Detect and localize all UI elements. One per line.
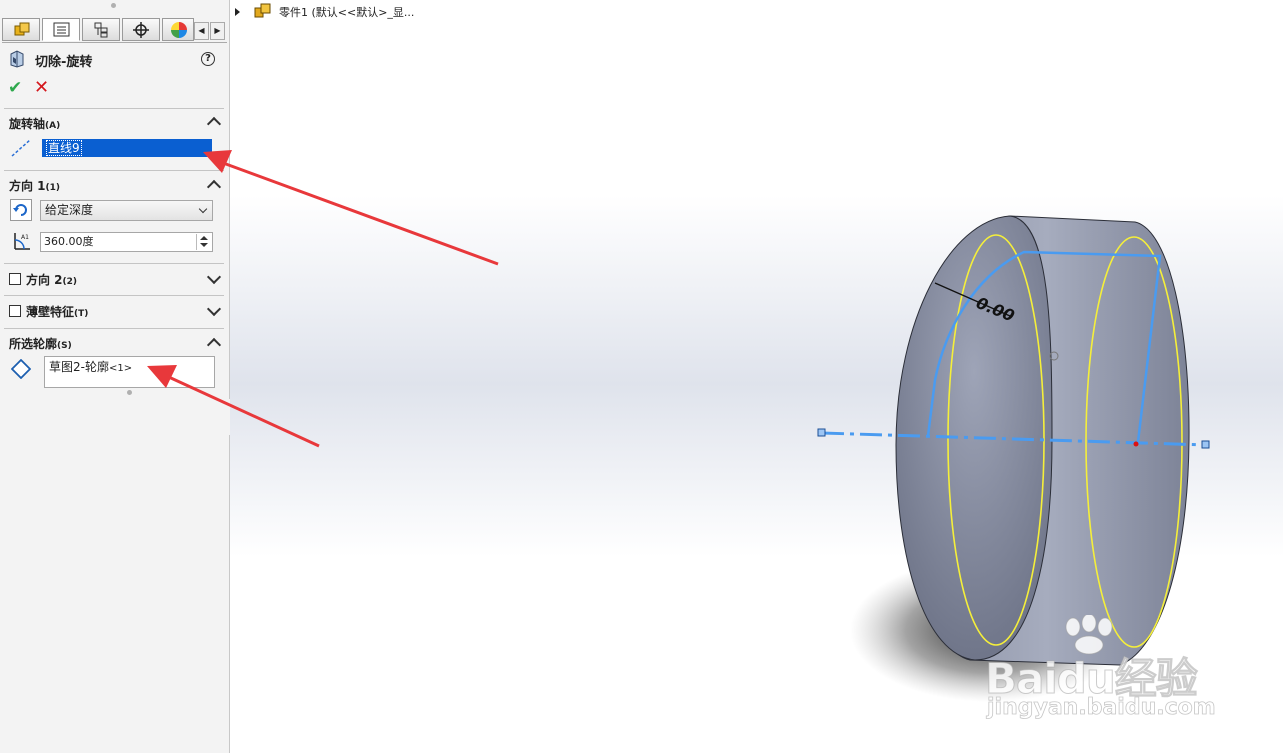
tab-scroll-right-button[interactable]: ▶ <box>210 22 225 40</box>
svg-text:A1: A1 <box>21 234 29 241</box>
part-name-label: 零件1 (默认<<默认>_显... <box>279 6 415 19</box>
reverse-direction-icon[interactable] <box>10 199 32 221</box>
help-icon[interactable]: ? <box>201 52 215 66</box>
section-divider <box>4 295 224 296</box>
graphics-area[interactable] <box>230 0 1283 753</box>
angle-spinner[interactable] <box>196 234 211 250</box>
list-item[interactable]: 草图2-轮廓<1> <box>49 360 132 374</box>
crosshair-icon <box>133 22 149 38</box>
chevron-down-icon <box>198 204 208 214</box>
part-icon <box>254 3 270 18</box>
angle-input[interactable]: 360.00度 <box>40 232 213 252</box>
angle-value: 360.00度 <box>44 235 94 248</box>
property-manager-panel: ◀ ▶ 切除-旋转 ? ✔ ✕ 旋转轴(A) 直线9 方向 1(1) 给定深度 <box>0 0 230 753</box>
section-thin-label: 薄壁特征 <box>26 305 75 319</box>
section-direction1-title[interactable]: 方向 1(1) <box>9 177 60 194</box>
expand-chevron-icon[interactable] <box>206 301 222 317</box>
section-axis-title[interactable]: 旋转轴(A) <box>9 115 60 132</box>
selected-contours-list[interactable]: 草图2-轮廓<1> <box>44 356 215 388</box>
section-contours-accel: (S) <box>57 341 72 351</box>
feature-title: 切除-旋转 <box>35 55 93 70</box>
section-divider <box>4 170 224 171</box>
contour-diamond-icon <box>11 359 31 379</box>
section-direction2-accel: (2) <box>62 277 78 287</box>
property-list-icon <box>53 22 70 37</box>
section-axis-accel: (A) <box>45 121 61 131</box>
section-contours-label: 所选轮廓 <box>9 337 58 351</box>
axis-line-icon <box>11 139 31 157</box>
section-thin-title[interactable]: 薄壁特征(T) <box>9 303 88 320</box>
section-axis-label: 旋转轴 <box>9 117 46 131</box>
expand-chevron-icon[interactable] <box>206 269 222 285</box>
display-manager-tab[interactable] <box>162 18 194 41</box>
section-direction1-label: 方向 1 <box>9 179 46 193</box>
tab-scroll-left-button[interactable]: ◀ <box>194 22 209 40</box>
cancel-button[interactable]: ✕ <box>34 77 49 98</box>
thin-feature-checkbox[interactable] <box>9 305 21 317</box>
collapse-chevron-icon[interactable] <box>206 116 222 132</box>
section-contours-title[interactable]: 所选轮廓(S) <box>9 335 72 352</box>
configuration-icon <box>94 22 108 38</box>
rotation-axis-field[interactable]: 直线9 <box>42 139 212 157</box>
direction2-checkbox[interactable] <box>9 273 21 285</box>
end-condition-select[interactable]: 给定深度 <box>40 200 213 221</box>
spin-down-icon[interactable] <box>200 243 208 247</box>
property-manager-tab[interactable] <box>42 18 80 41</box>
spin-up-icon[interactable] <box>200 236 208 240</box>
feature-tree-icon <box>14 22 30 36</box>
feature-manager-tab[interactable] <box>2 18 40 41</box>
feature-tree-flyout[interactable]: 零件1 (默认<<默认>_显... <box>235 3 414 19</box>
section-divider <box>4 328 224 329</box>
panel-top-grip[interactable] <box>111 3 116 8</box>
contour-item-name: 草图2-轮廓 <box>49 360 109 374</box>
collapse-chevron-icon[interactable] <box>206 179 222 195</box>
revolve-cut-icon <box>10 50 24 68</box>
section-divider <box>4 108 224 109</box>
rotation-axis-value: 直线9 <box>46 140 82 156</box>
dimxpert-tab[interactable] <box>122 18 160 41</box>
section-divider <box>4 263 224 264</box>
ok-button[interactable]: ✔ <box>8 78 22 98</box>
configuration-manager-tab[interactable] <box>82 18 120 41</box>
section-direction1-accel: (1) <box>45 183 61 193</box>
list-resize-grip[interactable] <box>127 390 132 395</box>
angle-icon: A1 <box>14 233 30 250</box>
contour-item-tag: <1> <box>108 363 133 374</box>
section-thin-accel: (T) <box>74 309 89 319</box>
section-direction2-title[interactable]: 方向 2(2) <box>9 271 77 288</box>
color-wheel-icon <box>171 22 187 38</box>
end-condition-value: 给定深度 <box>45 203 94 217</box>
feature-header: 切除-旋转 ? <box>8 50 222 70</box>
collapse-chevron-icon[interactable] <box>206 337 222 353</box>
manager-tabs: ◀ ▶ <box>2 18 227 43</box>
section-direction2-label: 方向 2 <box>26 273 63 287</box>
expand-arrow-icon[interactable] <box>235 8 240 16</box>
